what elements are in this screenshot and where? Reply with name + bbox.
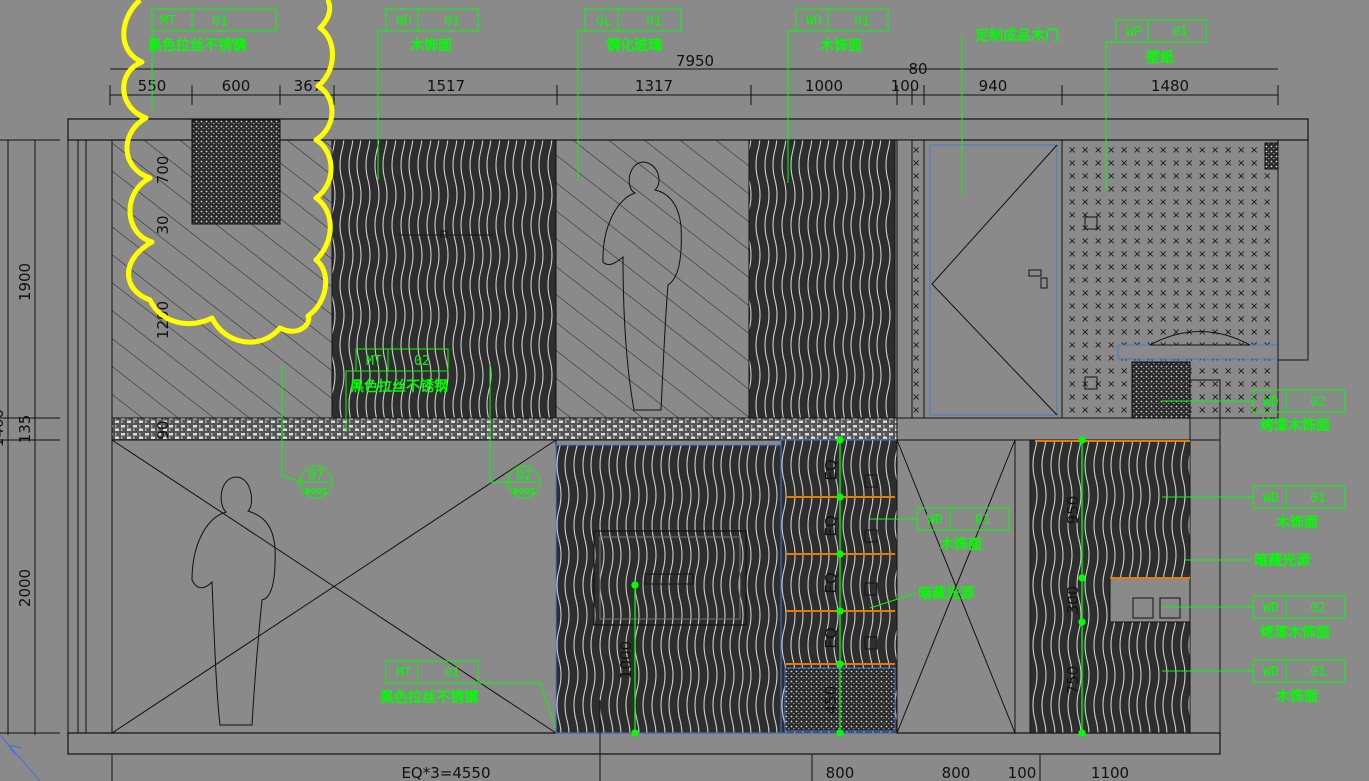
bottom-dim-1100: 1100 bbox=[1091, 764, 1129, 781]
dim-750: 750 bbox=[1064, 666, 1082, 695]
tag-wd01-mid-code: WD bbox=[927, 513, 943, 528]
detail-ref-2-num: 02 bbox=[516, 468, 532, 483]
lacquer-wood-box bbox=[1131, 361, 1191, 419]
left-dim-2000: 2000 bbox=[16, 569, 34, 607]
door-handle-icon bbox=[1028, 269, 1042, 277]
tag-mt01-bot-label: 黑色拉丝不锈钢 bbox=[380, 689, 478, 706]
wood-panel-lower bbox=[555, 444, 782, 734]
top-dim-10: 1480 bbox=[1151, 77, 1189, 95]
floor-slab bbox=[67, 732, 1221, 755]
tag-wd02-r1-label: 烤漆木饰面 bbox=[1260, 417, 1330, 434]
tag-mt02-code: MT bbox=[366, 354, 382, 369]
top-dim-2: 600 bbox=[222, 77, 251, 95]
tag-wp01-code: WP bbox=[1126, 25, 1142, 40]
elevation-drawing: × 7950 550 600 367 1517 1317 1000 100 80… bbox=[0, 0, 1346, 781]
detail-ref-2-sheet: B001 bbox=[513, 487, 536, 496]
tag-wd02-r4-num: 02 bbox=[1310, 601, 1326, 616]
woven-band bbox=[111, 417, 898, 441]
tag-wd01-top-code: WD bbox=[396, 14, 412, 29]
tag-wp01-label: 壁纸 bbox=[1146, 49, 1174, 66]
dim-1000: 1000 bbox=[617, 641, 635, 679]
glass-panel-upper bbox=[555, 139, 750, 419]
tag-wd02-r4-code: WD bbox=[1263, 601, 1279, 616]
tag-wd01-r5-code: WD bbox=[1263, 665, 1279, 680]
dim-eq-2: EQ bbox=[822, 515, 840, 536]
wood-panel-upper-2 bbox=[748, 139, 896, 419]
top-dim-7: 100 bbox=[891, 77, 920, 95]
tag-wd01-r5-label: 木饰面 bbox=[1275, 688, 1318, 705]
trim-strip bbox=[896, 139, 913, 419]
bottom-dim-800b: 800 bbox=[942, 764, 971, 781]
tag-wd01-top-label: 木饰面 bbox=[409, 37, 452, 54]
tag-mt01-bot-num: 01 bbox=[444, 666, 460, 681]
tag-gl01-top-num: 01 bbox=[646, 14, 662, 29]
dim-30: 30 bbox=[154, 215, 172, 234]
tag-gl01-top-code: GL bbox=[596, 14, 612, 29]
left-dim-135: 135 bbox=[16, 415, 34, 444]
tag-gl01-top-label: 钢化玻璃 bbox=[606, 37, 662, 54]
left-dim-1900: 1900 bbox=[16, 263, 34, 301]
dim-700: 700 bbox=[154, 156, 172, 185]
detail-ref-1-num: 07 bbox=[308, 468, 324, 483]
ucs-icon bbox=[0, 734, 41, 781]
door-swing-indicator bbox=[931, 144, 1058, 416]
tag-wd01-r2-code: WD bbox=[1263, 491, 1279, 506]
tag-wd01-r2-label: 木饰面 bbox=[1275, 514, 1318, 531]
tag-mt02-label: 黑色拉丝不锈钢 bbox=[350, 378, 448, 395]
cabinet-niche bbox=[1109, 577, 1191, 623]
tag-wd01-top2-label: 木饰面 bbox=[819, 37, 862, 54]
dim-eq-1: EQ bbox=[822, 459, 840, 480]
dim-300: 300 bbox=[1064, 586, 1082, 615]
person-silhouette-lower bbox=[191, 476, 276, 726]
tag-mt01-top-num: 01 bbox=[212, 14, 228, 29]
tag-wd01-mid-num: 01 bbox=[975, 513, 991, 528]
top-dimension-chain bbox=[109, 68, 1279, 105]
tag-wd01-top2-code: WD bbox=[806, 14, 822, 29]
tag-wd01-top2-num: 01 bbox=[854, 14, 870, 29]
bottom-dim-800a: 800 bbox=[826, 764, 855, 781]
top-dim-5: 1317 bbox=[635, 77, 673, 95]
tag-led-r3-label: 暗藏光源 bbox=[1254, 552, 1310, 569]
top-dim-8: 80 bbox=[908, 60, 927, 78]
wood-panel-upper-1 bbox=[331, 139, 557, 419]
bottom-dim-eq: EQ*3=4550 bbox=[401, 764, 490, 781]
tag-mt02-num: 02 bbox=[414, 354, 430, 369]
dim-eq-3: EQ bbox=[822, 572, 840, 593]
left-wall-column bbox=[67, 139, 113, 734]
left-dim-overall: 1400 bbox=[0, 409, 7, 447]
dim-950: 950 bbox=[1064, 496, 1082, 525]
dim-eq-4: EQ bbox=[822, 627, 840, 648]
tag-wd02-r1-num: 02 bbox=[1310, 395, 1326, 410]
top-dim-4: 1517 bbox=[427, 77, 465, 95]
detail-ref-1-sheet: B001 bbox=[305, 487, 328, 496]
tag-wd01-top-num: 01 bbox=[444, 14, 460, 29]
dim-450: 450 bbox=[822, 686, 840, 715]
tag-led-mid-label: 暗藏光源 bbox=[918, 585, 974, 602]
upper-left-recess bbox=[191, 119, 281, 225]
tag-mt01-top-label: 黑色拉丝不锈钢 bbox=[148, 37, 246, 54]
tag-mt01-top-code: MT bbox=[160, 14, 176, 29]
top-dim-6: 1000 bbox=[805, 77, 843, 95]
tag-wd01-mid-label: 木饰面 bbox=[939, 536, 982, 553]
trim-strip-2 bbox=[911, 139, 925, 419]
tag-wp01-num: 01 bbox=[1172, 25, 1188, 40]
tag-door-label: 定制成品木门 bbox=[975, 27, 1059, 44]
tag-wd01-r2-num: 01 bbox=[1310, 491, 1326, 506]
dim-90: 90 bbox=[154, 420, 172, 439]
tag-wd02-r1-code: WD bbox=[1263, 395, 1279, 410]
bottom-dim-100: 100 bbox=[1008, 764, 1037, 781]
tag-wd01-r5-num: 01 bbox=[1310, 665, 1326, 680]
tag-mt01-bot-code: MT bbox=[396, 666, 412, 681]
top-dim-9: 940 bbox=[979, 77, 1008, 95]
overall-width-dim: 7950 bbox=[676, 52, 714, 70]
tag-wd02-r4-label: 烤漆木饰面 bbox=[1260, 624, 1330, 641]
